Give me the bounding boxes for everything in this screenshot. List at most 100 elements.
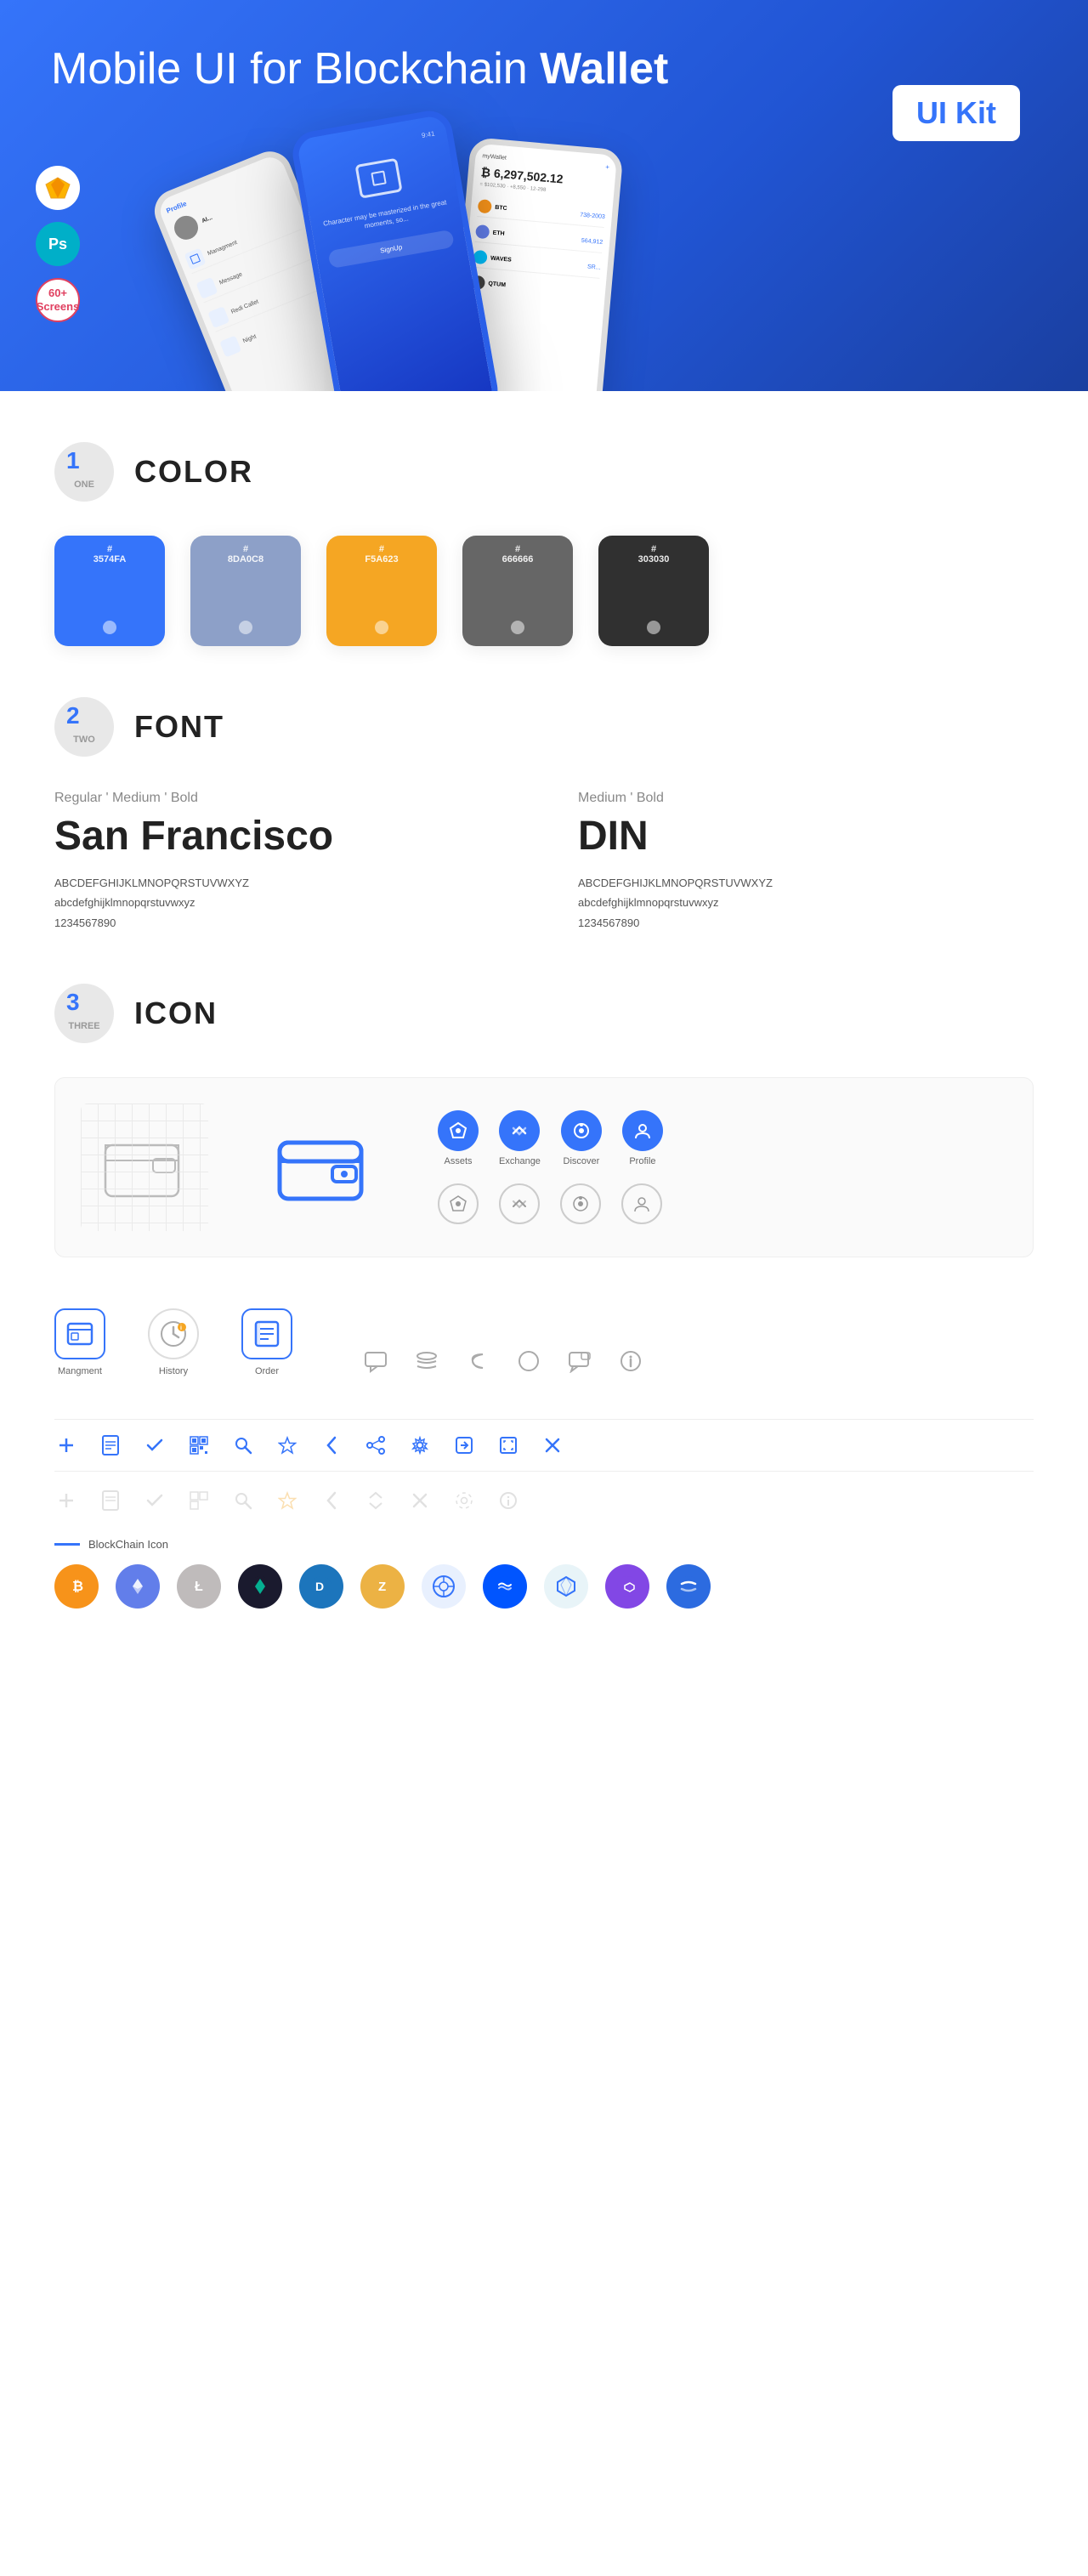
font2-upper: ABCDEFGHIJKLMNOPQRSTUVWXYZ <box>578 873 1034 893</box>
discover-label: Discover <box>564 1156 600 1166</box>
import-icon <box>452 1433 476 1457</box>
discover-icon-outline <box>560 1183 601 1224</box>
profile-icon <box>633 1121 652 1140</box>
crypto-icons: ₿ Ł D Z <box>54 1564 1034 1609</box>
swatch-dot-dark <box>647 621 660 634</box>
swatch-code-dark: #303030 <box>638 544 670 565</box>
ps-icon: Ps <box>48 235 67 253</box>
waves-icon <box>483 1564 527 1609</box>
assets-icon-circle <box>438 1110 479 1151</box>
phone-mockups: Profile AI... Managment <box>170 119 629 391</box>
svg-text:Z: Z <box>378 1580 386 1594</box>
gem-icon <box>544 1564 588 1609</box>
speech-icon <box>360 1346 391 1376</box>
exchange-icon-circle <box>499 1110 540 1151</box>
qr-outline-icon <box>187 1489 211 1512</box>
chevron-left-icon <box>320 1433 343 1457</box>
utility-icons-outline <box>54 1489 1034 1512</box>
font2-style: Medium ' Bold <box>578 791 1034 806</box>
hero-section: Mobile UI for Blockchain Wallet UI Kit P… <box>0 0 1088 391</box>
color-swatches: #3574FA #8DA0C8 #F5A623 #666666 #303030 <box>54 536 1034 646</box>
assets-icon <box>449 1121 468 1140</box>
icon-item-assets: Assets <box>438 1110 479 1166</box>
exchange-outline-icon <box>510 1194 529 1213</box>
bitcoin-icon: ₿ <box>54 1564 99 1609</box>
icon-item-exchange: Exchange <box>499 1110 541 1166</box>
font-section-header: 2 TWO FONT <box>54 697 1034 757</box>
x-outline-icon <box>408 1489 432 1512</box>
icon-outline-row <box>438 1183 663 1224</box>
network-icon <box>422 1564 466 1609</box>
circle-icon <box>513 1346 544 1376</box>
swatch-code-orange: #F5A623 <box>365 544 398 565</box>
discover-icon <box>572 1121 591 1140</box>
screens-label: Screens <box>37 300 80 314</box>
close-icon <box>541 1433 564 1457</box>
icon-history: i History <box>148 1308 199 1376</box>
swatch-dark: #303030 <box>598 536 709 646</box>
qr-icon <box>187 1433 211 1457</box>
icon-filled-row: Assets Exchange <box>438 1110 663 1166</box>
order-icon <box>254 1320 280 1348</box>
font1-name: San Francisco <box>54 813 510 860</box>
management-label: Mangment <box>58 1366 102 1376</box>
swatch-gray-blue: #8DA0C8 <box>190 536 301 646</box>
chat-bubble-icon <box>564 1346 595 1376</box>
bottom-spacer <box>54 1609 1034 1660</box>
icon-management: Mangment <box>54 1308 105 1376</box>
icon-item-profile: Profile <box>622 1110 663 1166</box>
icon-main-display: Assets Exchange <box>54 1077 1034 1257</box>
font2-name: DIN <box>578 813 1034 860</box>
icon-nav-group: Assets Exchange <box>438 1110 663 1224</box>
star-outline-icon <box>275 1489 299 1512</box>
management-icon-box <box>54 1308 105 1359</box>
swatch-orange: #F5A623 <box>326 536 437 646</box>
history-icon: i <box>158 1319 189 1349</box>
ui-kit-badge: UI Kit <box>892 85 1020 141</box>
ethereum-icon <box>116 1564 160 1609</box>
assets-outline-icon <box>449 1194 468 1213</box>
assets-icon-outline <box>438 1183 479 1224</box>
zcash-icon: Z <box>360 1564 405 1609</box>
swatch-gray: #666666 <box>462 536 573 646</box>
icon-grid <box>81 1104 208 1231</box>
font-block-sf: Regular ' Medium ' Bold San Francisco AB… <box>54 791 510 933</box>
expand-icon <box>496 1433 520 1457</box>
section-number-two: 2 TWO <box>54 697 114 757</box>
font-section: Regular ' Medium ' Bold San Francisco AB… <box>54 791 1034 933</box>
plus-icon <box>54 1433 78 1457</box>
utility-icons-filled <box>54 1419 1034 1472</box>
crescent-icon <box>462 1346 493 1376</box>
font-block-din: Medium ' Bold DIN ABCDEFGHIJKLMNOPQRSTUV… <box>578 791 1034 933</box>
section-num-3: 3 <box>66 990 80 1014</box>
screens-badge: 60+ Screens <box>36 278 80 322</box>
wallet-filled-icon <box>276 1129 370 1206</box>
font2-lower: abcdefghijklmnopqrstuvwxyz <box>578 893 1034 912</box>
section-number-three: 3 THREE <box>54 984 114 1043</box>
font1-upper: ABCDEFGHIJKLMNOPQRSTUVWXYZ <box>54 873 510 893</box>
hero-title-normal: Mobile UI for Blockchain <box>51 44 540 94</box>
font2-nums: 1234567890 <box>578 913 1034 933</box>
section-word-1: ONE <box>74 479 94 490</box>
search-icon <box>231 1433 255 1457</box>
exchange-icon <box>510 1121 529 1140</box>
section-title-1: COLOR <box>134 454 253 490</box>
order-icon-box <box>241 1308 292 1359</box>
blockchain-label: BlockChain Icon <box>54 1538 1034 1551</box>
icon-item-discover: Discover <box>561 1110 602 1166</box>
section-number-one: 1 ONE <box>54 442 114 502</box>
swatch-blue: #3574FA <box>54 536 165 646</box>
swatch-dot-blue <box>103 621 116 634</box>
info-outline-icon <box>496 1489 520 1512</box>
star-icon <box>275 1433 299 1457</box>
section-word-3: THREE <box>68 1021 99 1031</box>
color-section-header: 1 ONE COLOR <box>54 442 1034 502</box>
exchange-icon-outline <box>499 1183 540 1224</box>
profile-label: Profile <box>629 1156 655 1166</box>
gear-outline-icon <box>452 1489 476 1512</box>
management-icon <box>66 1322 94 1346</box>
hero-badges: Ps 60+ Screens <box>36 166 80 322</box>
ps-badge: Ps <box>36 222 80 266</box>
blockchain-label-text: BlockChain Icon <box>88 1538 168 1551</box>
swatch-code-blue: #3574FA <box>94 544 127 565</box>
